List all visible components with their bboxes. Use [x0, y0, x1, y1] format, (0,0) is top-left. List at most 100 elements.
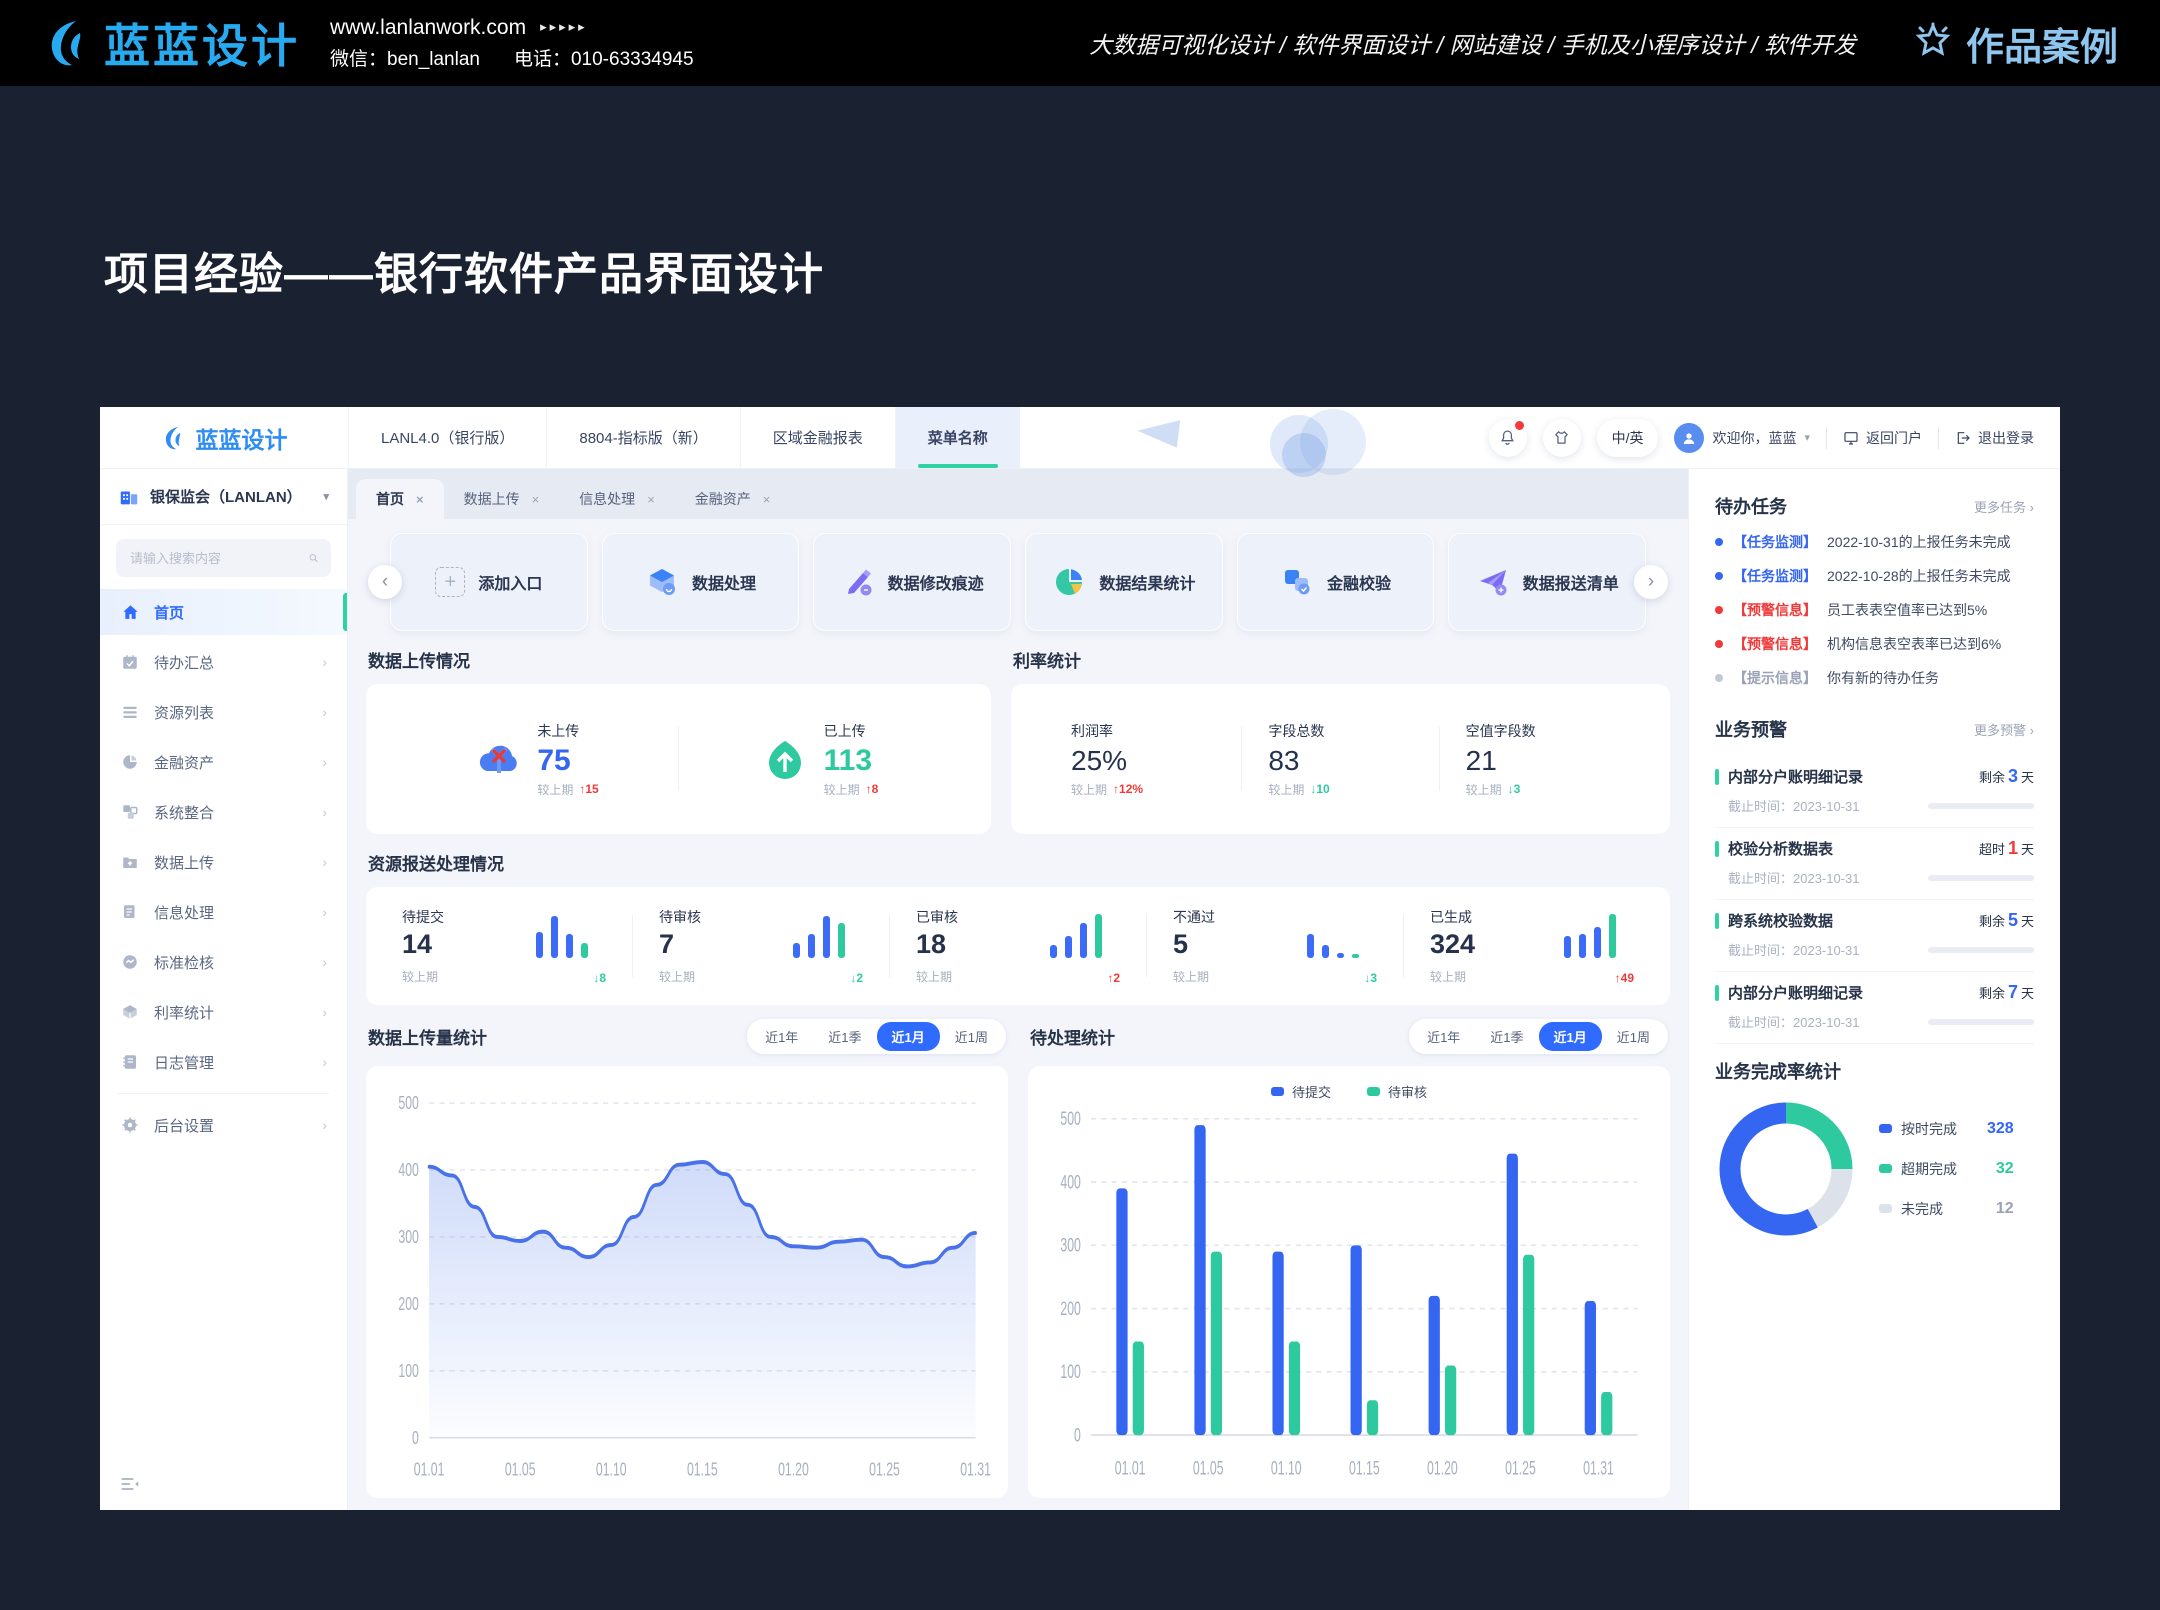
- svg-text:01.25: 01.25: [1505, 1459, 1536, 1479]
- range-selector: 近1年 近1季 近1月 近1周: [747, 1019, 1006, 1054]
- svg-text:200: 200: [398, 1295, 418, 1315]
- language-toggle[interactable]: 中/英: [1597, 419, 1659, 457]
- range-week[interactable]: 近1周: [940, 1022, 1003, 1051]
- search-input[interactable]: [128, 550, 308, 567]
- quick-action-report-list[interactable]: 数据报送清单: [1448, 533, 1646, 631]
- chevron-down-icon: ▾: [323, 490, 329, 503]
- task-item[interactable]: 【预警信息】机构信息表空表率已达到6%: [1715, 635, 2034, 654]
- progress-bar: [1928, 875, 2034, 881]
- sidebar-item-log-management[interactable]: 日志管理 ›: [100, 1039, 347, 1085]
- user-menu[interactable]: 欢迎你，蓝蓝 ▾: [1674, 423, 1810, 453]
- paper-plane-icon: [1476, 565, 1510, 599]
- sidebar-collapse-button[interactable]: [100, 1462, 347, 1510]
- range-quarter[interactable]: 近1季: [1475, 1022, 1538, 1051]
- warning-item[interactable]: 内部分户账明细记录 剩余7天 截止时间：2023-10-31: [1715, 972, 2034, 1044]
- range-year[interactable]: 近1年: [750, 1022, 813, 1051]
- stat-reviewed: 已审核 18 较上期 ↑2: [890, 907, 1146, 985]
- portfolio-link[interactable]: 作品案例: [1912, 16, 2118, 71]
- close-icon[interactable]: ×: [763, 492, 771, 507]
- sidebar-item-standard-check[interactable]: 标准检核 ›: [100, 939, 347, 985]
- cube-icon: [121, 1003, 139, 1021]
- stat-profit-rate: 利润率 25% 较上期↑12%: [1045, 721, 1241, 798]
- task-item[interactable]: 【提示信息】你有新的待办任务: [1715, 669, 2034, 688]
- range-week[interactable]: 近1周: [1602, 1022, 1665, 1051]
- avatar: [1674, 423, 1704, 453]
- upload-volume-chart-card: 010020030040050001.0101.0501.1001.1501.2…: [366, 1066, 1008, 1498]
- logout-button[interactable]: 退出登录: [1955, 428, 2034, 448]
- notebook-icon: [121, 1053, 139, 1071]
- section-title-resource: 资源报送处理情况: [368, 850, 1668, 875]
- svg-text:300: 300: [398, 1228, 418, 1248]
- range-year[interactable]: 近1年: [1412, 1022, 1475, 1051]
- content-scroll-area: ‹ + 添加入口 数据处理 数据修改痕迹: [348, 519, 1688, 1510]
- calendar-check-icon: [121, 653, 139, 671]
- sidebar-item-system-integration[interactable]: 系统整合 ›: [100, 789, 347, 835]
- section-title-rate: 利率统计: [1013, 647, 1668, 672]
- topnav-item-menu-name[interactable]: 菜单名称: [895, 407, 1020, 468]
- quick-action-data-trace[interactable]: 数据修改痕迹: [813, 533, 1011, 631]
- tab-financial-assets[interactable]: 金融资产×: [675, 479, 791, 519]
- warning-item[interactable]: 校验分析数据表 超时1天 截止时间：2023-10-31: [1715, 828, 2034, 900]
- pending-section: 待处理统计 近1年 近1季 近1月 近1周 待提交待审核 01002003004…: [1028, 1005, 1670, 1498]
- sidebar-item-home[interactable]: 首页: [100, 589, 347, 635]
- org-name: 银保监会（LANLAN）: [150, 486, 302, 507]
- topnav-item-indicator[interactable]: 8804-指标版（新）: [546, 407, 739, 468]
- topbar-actions: 中/英 欢迎你，蓝蓝 ▾ 返回门户 退出登录: [1489, 407, 2060, 468]
- range-quarter[interactable]: 近1季: [813, 1022, 876, 1051]
- tab-data-upload[interactable]: 数据上传×: [444, 479, 560, 519]
- warning-item[interactable]: 内部分户账明细记录 剩余3天 截止时间：2023-10-31: [1715, 756, 2034, 828]
- svg-text:01.15: 01.15: [687, 1460, 718, 1480]
- task-item[interactable]: 【预警信息】员工表表空值率已达到5%: [1715, 601, 2034, 620]
- more-warnings-link[interactable]: 更多预警 ›: [1974, 720, 2034, 739]
- stat-null-fields: 空值字段数 21 较上期↓3: [1440, 721, 1636, 798]
- tab-home[interactable]: 首页×: [356, 479, 444, 519]
- sidebar-search[interactable]: [116, 539, 331, 577]
- pie-chart-icon: [1052, 565, 1086, 599]
- list-icon: [121, 703, 139, 721]
- svg-text:01.31: 01.31: [960, 1460, 991, 1480]
- hand-star-icon: [1912, 22, 1954, 64]
- task-item[interactable]: 【任务监测】2022-10-31的上报任务未完成: [1715, 533, 2034, 552]
- sidebar-item-data-upload[interactable]: 数据上传 ›: [100, 839, 347, 885]
- task-dot: [1715, 606, 1723, 614]
- org-selector[interactable]: 银保监会（LANLAN） ▾: [100, 469, 347, 525]
- topnav-item-version[interactable]: LANL4.0（银行版）: [348, 407, 546, 468]
- close-icon[interactable]: ×: [647, 492, 655, 507]
- theme-button[interactable]: [1543, 419, 1581, 457]
- topnav-item-regional-report[interactable]: 区域金融报表: [740, 407, 895, 468]
- collapse-icon: [120, 1476, 140, 1492]
- sparkline: [1307, 914, 1377, 960]
- return-portal-button[interactable]: 返回门户: [1843, 428, 1922, 448]
- tab-info-processing[interactable]: 信息处理×: [559, 479, 675, 519]
- quick-action-result-stats[interactable]: 数据结果统计: [1025, 533, 1223, 631]
- carousel-next-button[interactable]: ›: [1634, 565, 1668, 599]
- sidebar-item-resource-list[interactable]: 资源列表 ›: [100, 689, 347, 735]
- task-item[interactable]: 【任务监测】2022-10-28的上报任务未完成: [1715, 567, 2034, 586]
- range-month[interactable]: 近1月: [1539, 1022, 1602, 1051]
- close-icon[interactable]: ×: [532, 492, 540, 507]
- dashboard-topbar: 蓝蓝设计 LANL4.0（银行版） 8804-指标版（新） 区域金融报表 菜单名…: [100, 407, 2060, 469]
- cube-icon: [645, 565, 679, 599]
- bell-icon: [1499, 429, 1516, 446]
- shirt-icon: [1553, 429, 1570, 446]
- stat-rejected: 不通过 5 较上期 ↓3: [1147, 907, 1403, 985]
- section-title-line-chart: 数据上传量统计: [368, 1024, 487, 1049]
- warning-item[interactable]: 跨系统校验数据 剩余5天 截止时间：2023-10-31: [1715, 900, 2034, 972]
- range-month[interactable]: 近1月: [877, 1022, 940, 1051]
- quick-action-data-processing[interactable]: 数据处理: [602, 533, 800, 631]
- sidebar-item-rate-statistics[interactable]: 利率统计 ›: [100, 989, 347, 1035]
- sparkline: [1050, 914, 1120, 960]
- sidebar-item-financial-assets[interactable]: 金融资产 ›: [100, 739, 347, 785]
- more-tasks-link[interactable]: 更多任务 ›: [1974, 497, 2034, 516]
- upload-volume-section: 数据上传量统计 近1年 近1季 近1月 近1周 0100200300400500…: [366, 1005, 1008, 1498]
- sidebar-item-info-processing[interactable]: 信息处理 ›: [100, 889, 347, 935]
- quick-action-add-entry[interactable]: + 添加入口: [390, 533, 588, 631]
- quick-action-financial-check[interactable]: 金融校验: [1237, 533, 1435, 631]
- sidebar-item-backend-settings[interactable]: 后台设置 ›: [100, 1102, 347, 1148]
- notification-button[interactable]: [1489, 419, 1527, 457]
- svg-text:01.31: 01.31: [1583, 1459, 1614, 1479]
- sidebar-item-todo-summary[interactable]: 待办汇总 ›: [100, 639, 347, 685]
- close-icon[interactable]: ×: [416, 492, 424, 507]
- svg-text:01.25: 01.25: [869, 1460, 900, 1480]
- carousel-prev-button[interactable]: ‹: [368, 565, 402, 599]
